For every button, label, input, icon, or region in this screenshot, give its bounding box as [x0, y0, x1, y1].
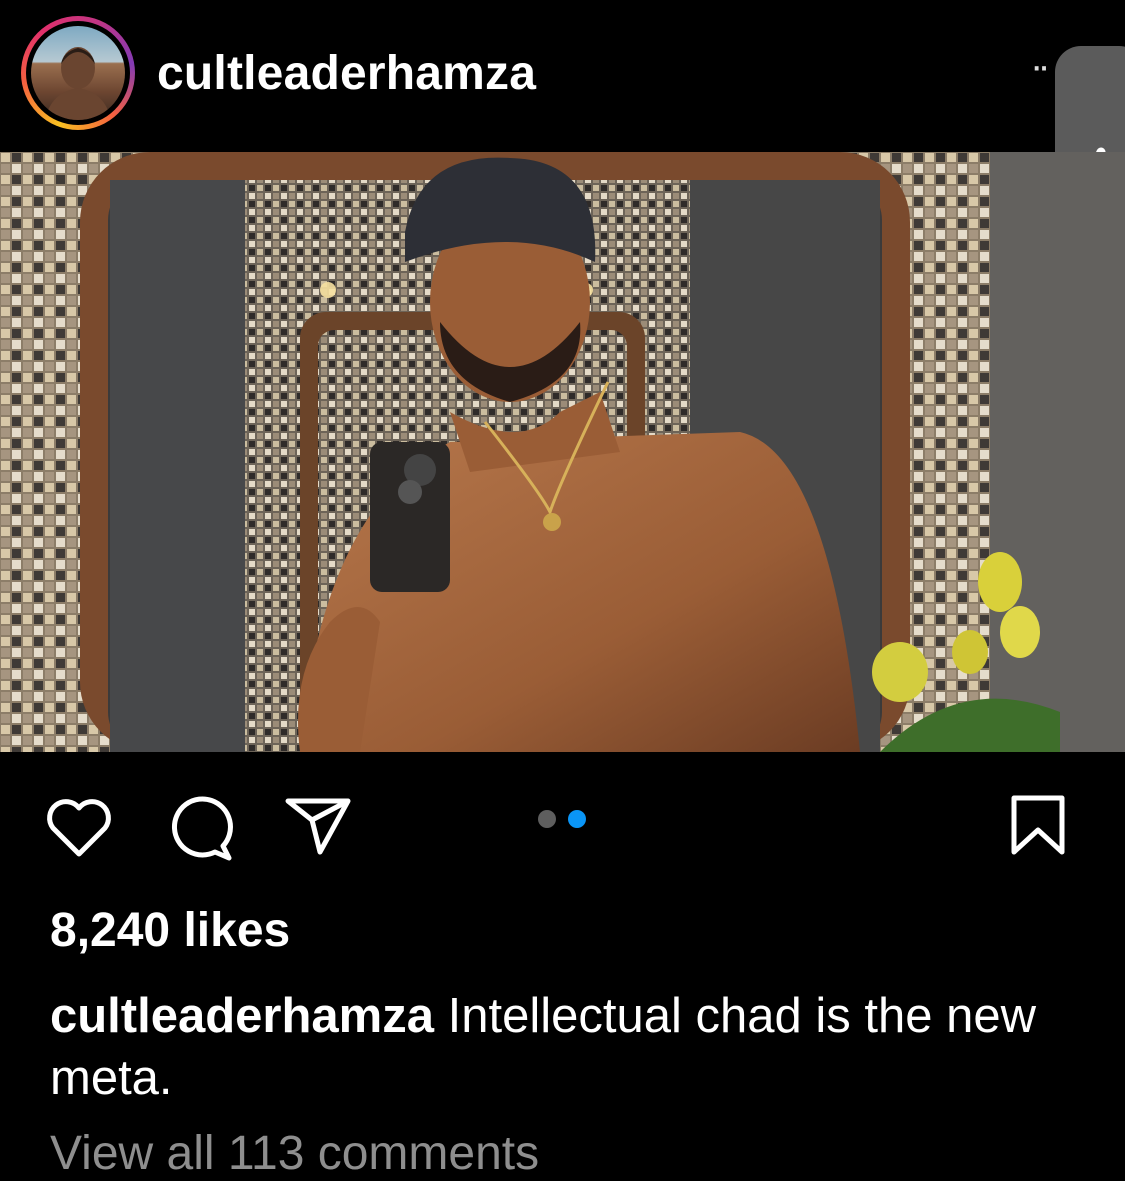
post-caption: cultleaderhamza Intellectual chad is the… [50, 985, 1080, 1109]
bookmark-icon[interactable] [1010, 794, 1068, 858]
post-username[interactable]: cultleaderhamza [157, 46, 536, 101]
likes-count[interactable]: 8,240 likes [50, 903, 290, 958]
more-options-icon[interactable]: ·· [1030, 46, 1050, 86]
comment-bubble-icon[interactable] [165, 796, 235, 862]
post-header: cultleaderhamza ·· [0, 0, 1125, 152]
post-image[interactable] [0, 152, 1125, 752]
avatar[interactable] [31, 26, 125, 120]
heart-icon[interactable] [44, 796, 114, 858]
caption-username[interactable]: cultleaderhamza [50, 989, 434, 1043]
view-all-comments-link[interactable]: View all 113 comments [50, 1126, 539, 1181]
story-ring[interactable] [21, 16, 135, 130]
carousel-dot [538, 810, 556, 828]
carousel-dot-active [568, 810, 586, 828]
carousel-indicator [538, 810, 586, 828]
mirror-selfie-photo [0, 152, 1125, 752]
paper-plane-icon[interactable] [284, 796, 354, 858]
